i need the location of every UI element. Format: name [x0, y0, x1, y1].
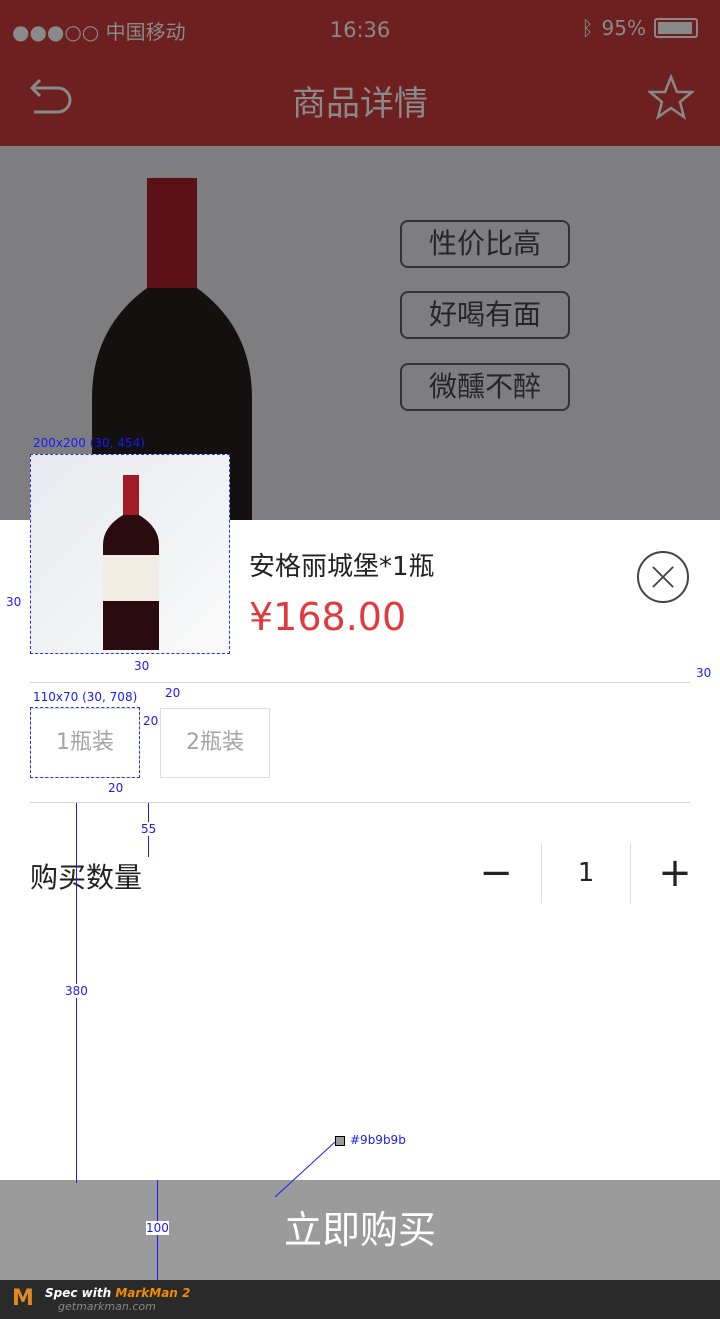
tag: 好喝有面 [400, 291, 570, 339]
product-price: ¥168.00 [249, 595, 407, 639]
battery-percent: 95% [601, 16, 646, 40]
bluetooth-icon: ᛒ [581, 16, 594, 40]
annotation: #9b9b9b [350, 1133, 406, 1147]
page-title: 商品详情 [292, 84, 428, 124]
status-bar: ●●●○○ 中国移动 16:36 ᛒ 95% [0, 0, 720, 60]
annotation-box [30, 707, 140, 778]
annotation-arrow [274, 1141, 336, 1198]
buy-now-button[interactable]: 立即购买 [0, 1180, 720, 1280]
annotation: 200x200 (30, 454) [33, 436, 145, 450]
markman-logo-icon: M [12, 1286, 34, 1311]
divider [30, 802, 690, 803]
tag: 性价比高 [400, 220, 570, 268]
annotation: 20 [165, 686, 181, 700]
star-icon[interactable] [648, 74, 694, 120]
annotation: 380 [65, 984, 88, 998]
annotation: 110x70 (30, 708) [33, 690, 138, 704]
annotation: 30 [6, 595, 22, 609]
annotation: 30 [134, 659, 150, 673]
decrease-button[interactable]: − [451, 843, 541, 903]
close-icon[interactable] [637, 551, 689, 603]
status-right: ᛒ 95% [582, 16, 698, 40]
nav-bar: 商品详情 [0, 60, 720, 146]
annotation: 100 [146, 1221, 169, 1235]
annotation: 30 [696, 666, 712, 680]
markman-footer: M Spec with MarkMan 2 getmarkman.com [0, 1280, 720, 1319]
annotation: 20 [108, 781, 124, 795]
increase-button[interactable]: + [630, 843, 720, 903]
quantity-value[interactable]: 1 [541, 843, 631, 903]
annotation: 20 [143, 714, 159, 728]
footer-spec: Spec with MarkMan 2 [45, 1286, 191, 1300]
option-2-bottles[interactable]: 2瓶装 [160, 708, 270, 778]
quantity-label: 购买数量 [30, 861, 143, 894]
product-name: 安格丽城堡*1瓶 [249, 552, 435, 582]
annotation: 55 [141, 822, 157, 836]
divider [30, 682, 690, 683]
tag: 微醺不醉 [400, 363, 570, 411]
footer-site: getmarkman.com [58, 1300, 156, 1313]
product-thumbnail [30, 454, 230, 654]
battery-icon [654, 18, 698, 38]
